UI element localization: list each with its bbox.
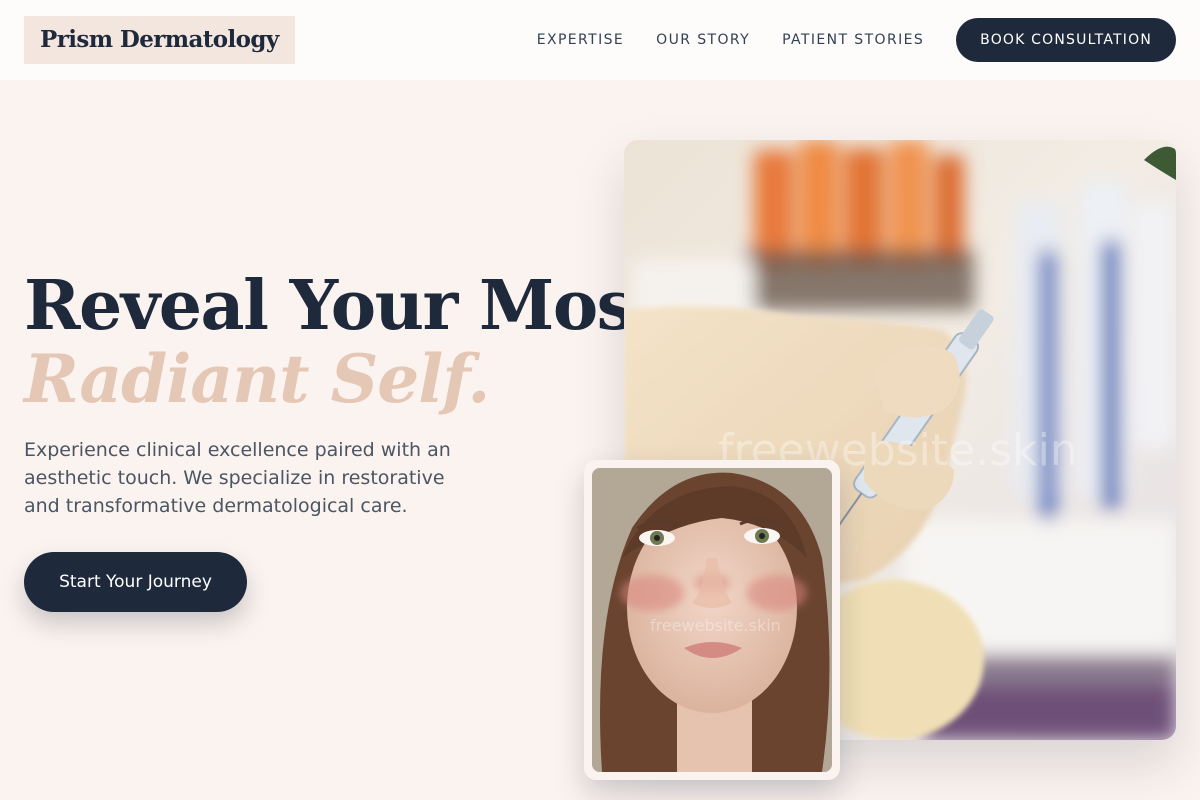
nav-link-patient-stories[interactable]: PATIENT STORIES	[782, 32, 924, 48]
start-journey-button[interactable]: Start Your Journey	[24, 552, 247, 612]
nav-link-expertise[interactable]: EXPERTISE	[537, 32, 624, 48]
site-header: Prism Dermatology EXPERTISE OUR STORY PA…	[0, 0, 1200, 80]
hero-headline: Reveal Your Most Radiant Self.	[24, 266, 665, 418]
book-consultation-button[interactable]: BOOK CONSULTATION	[956, 18, 1176, 62]
main-nav: EXPERTISE OUR STORY PATIENT STORIES BOOK…	[537, 18, 1176, 62]
hero-headline-line1: Reveal Your Most	[24, 266, 665, 346]
portrait-photo: freewebsite.skin	[592, 468, 832, 772]
nav-link-our-story[interactable]: OUR STORY	[656, 32, 750, 48]
portrait-illustration	[592, 468, 832, 772]
hero-subtitle: Experience clinical excellence paired wi…	[24, 439, 451, 517]
brand-logo[interactable]: Prism Dermatology	[24, 16, 295, 64]
portrait-card: freewebsite.skin	[584, 460, 840, 780]
hero-headline-line2: Radiant Self.	[24, 340, 490, 418]
